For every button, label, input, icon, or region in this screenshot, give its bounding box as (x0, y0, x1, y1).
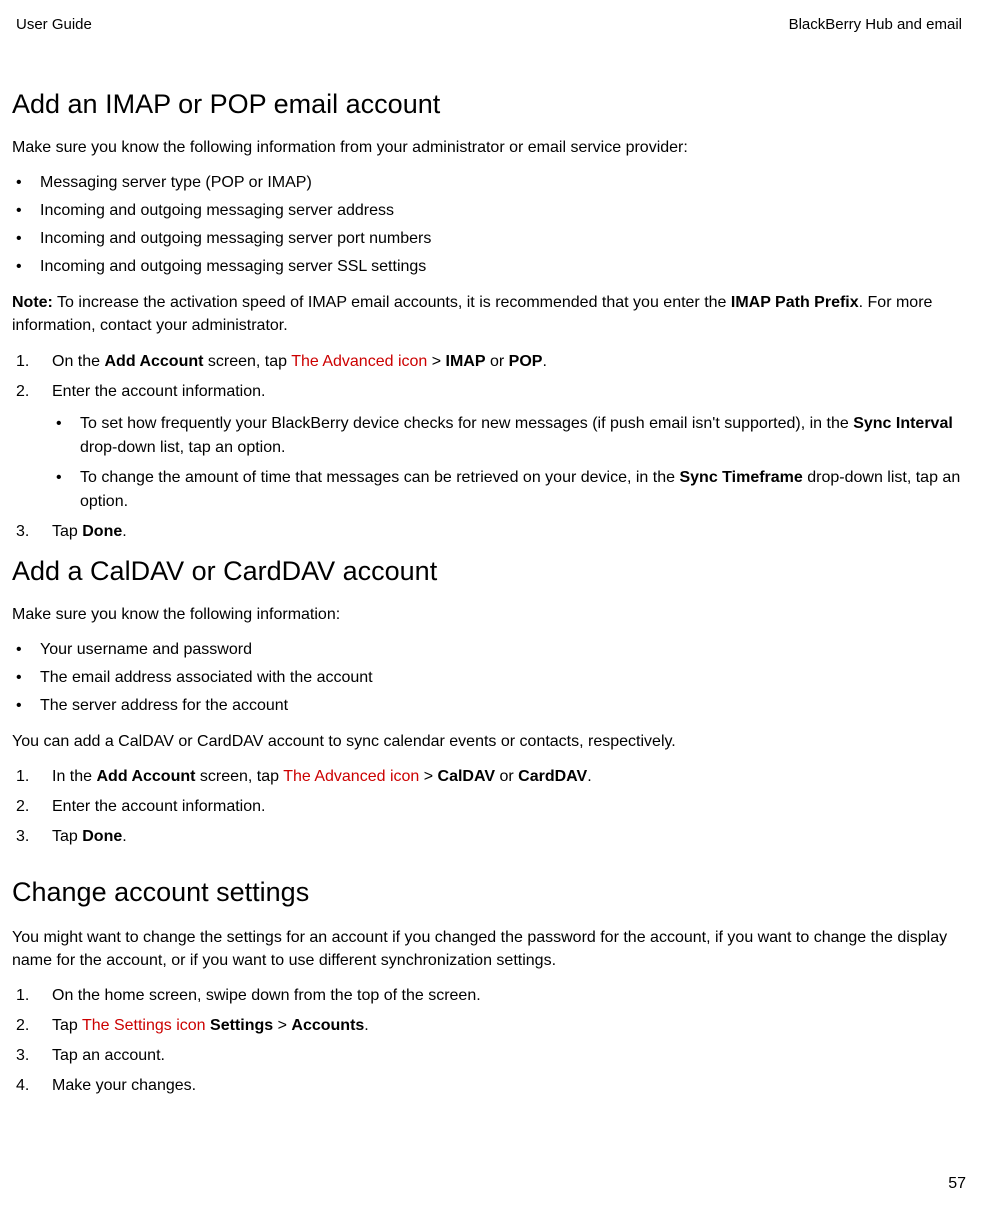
s2-steps: 1. In the Add Account screen, tap The Ad… (12, 765, 966, 849)
step-number: 4. (16, 1074, 29, 1098)
header-left: User Guide (16, 16, 92, 33)
step-item: 4. Make your changes. (12, 1074, 966, 1098)
list-item: Incoming and outgoing messaging server a… (12, 199, 966, 223)
s3-intro: You might want to change the settings fo… (12, 926, 966, 972)
list-item: To change the amount of time that messag… (52, 466, 966, 514)
advanced-icon: The Advanced icon (283, 768, 419, 785)
step-number: 3. (16, 520, 29, 544)
heading-caldav-carddav: Add a CalDAV or CardDAV account (12, 556, 966, 587)
step-number: 2. (16, 795, 29, 819)
list-item: Your username and password (12, 638, 966, 662)
advanced-icon: The Advanced icon (291, 353, 427, 370)
heading-change-settings: Change account settings (12, 877, 966, 908)
page-header: User Guide BlackBerry Hub and email (12, 16, 966, 33)
step-item: 1. On the home screen, swipe down from t… (12, 984, 966, 1008)
heading-imap-pop: Add an IMAP or POP email account (12, 89, 966, 120)
s2-desc: You can add a CalDAV or CardDAV account … (12, 730, 966, 753)
s3-steps: 1. On the home screen, swipe down from t… (12, 984, 966, 1098)
s1-steps: 1. On the Add Account screen, tap The Ad… (12, 350, 966, 544)
s2-intro: Make sure you know the following informa… (12, 603, 966, 626)
header-right: BlackBerry Hub and email (789, 16, 962, 33)
s1-bullets: Messaging server type (POP or IMAP) Inco… (12, 171, 966, 279)
list-item: The server address for the account (12, 694, 966, 718)
page-number: 57 (948, 1175, 966, 1193)
step-item: 3. Tap Done. (12, 520, 966, 544)
step-item: 2. Enter the account information. To set… (12, 380, 966, 514)
s1-sub-bullets: To set how frequently your BlackBerry de… (52, 412, 966, 514)
step-number: 1. (16, 984, 29, 1008)
list-item: Incoming and outgoing messaging server p… (12, 227, 966, 251)
s1-note: Note: To increase the activation speed o… (12, 291, 966, 337)
list-item: Incoming and outgoing messaging server S… (12, 255, 966, 279)
list-item: The email address associated with the ac… (12, 666, 966, 690)
step-item: 3. Tap an account. (12, 1044, 966, 1068)
step-item: 1. On the Add Account screen, tap The Ad… (12, 350, 966, 374)
step-item: 2. Tap The Settings icon Settings > Acco… (12, 1014, 966, 1038)
settings-icon: The Settings icon (82, 1017, 206, 1034)
step-number: 1. (16, 765, 29, 789)
step-number: 1. (16, 350, 29, 374)
s2-bullets: Your username and password The email add… (12, 638, 966, 718)
note-label: Note: (12, 294, 53, 311)
step-item: 2. Enter the account information. (12, 795, 966, 819)
step-number: 3. (16, 825, 29, 849)
step-item: 3. Tap Done. (12, 825, 966, 849)
step-item: 1. In the Add Account screen, tap The Ad… (12, 765, 966, 789)
list-item: To set how frequently your BlackBerry de… (52, 412, 966, 460)
list-item: Messaging server type (POP or IMAP) (12, 171, 966, 195)
step-number: 2. (16, 1014, 29, 1038)
s1-intro: Make sure you know the following informa… (12, 136, 966, 159)
step-number: 2. (16, 380, 29, 404)
step-number: 3. (16, 1044, 29, 1068)
